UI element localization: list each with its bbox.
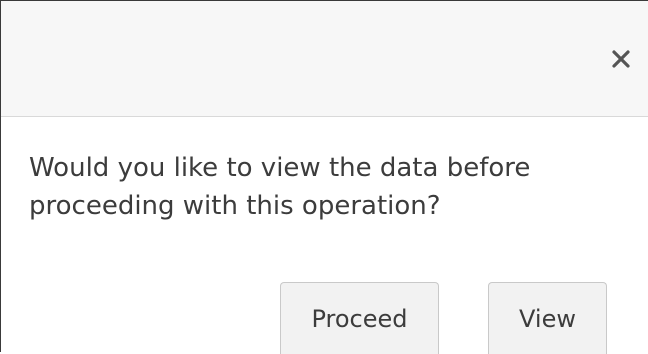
dialog-message: Would you like to view the data before p… [29,153,531,221]
proceed-button[interactable]: Proceed [280,282,439,354]
view-button[interactable]: View [488,282,607,354]
confirm-dialog: Would you like to view the data before p… [0,0,648,354]
dialog-header [1,1,648,117]
close-icon[interactable] [612,50,630,68]
close-button[interactable] [601,39,641,79]
